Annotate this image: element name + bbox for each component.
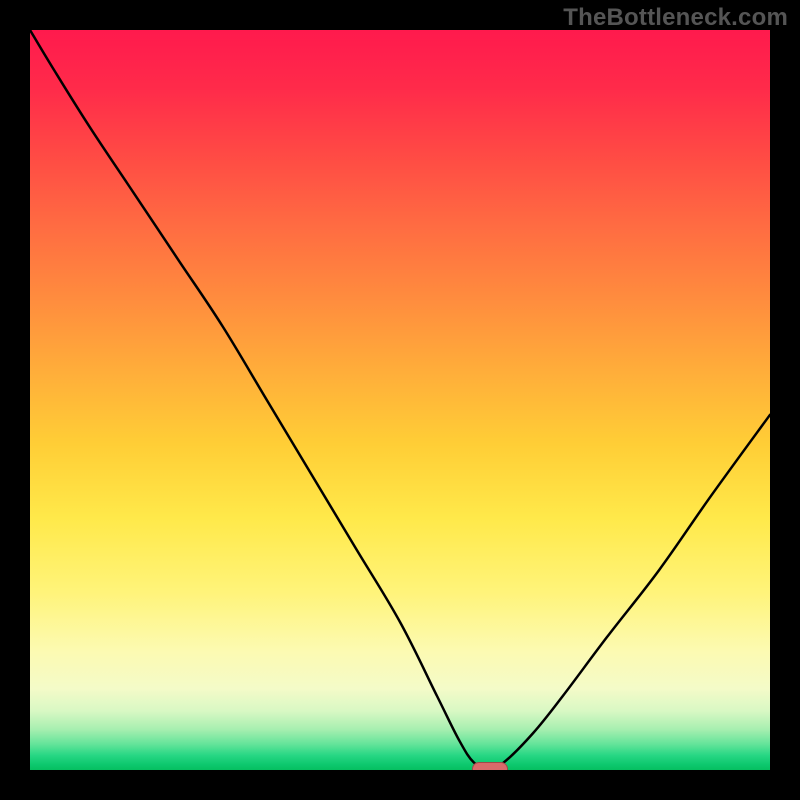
plot-area [30,30,770,770]
bottleneck-curve [30,30,770,769]
curve-svg [30,30,770,770]
chart-frame: TheBottleneck.com [0,0,800,800]
watermark-text: TheBottleneck.com [563,4,788,32]
dip-marker [472,762,508,770]
